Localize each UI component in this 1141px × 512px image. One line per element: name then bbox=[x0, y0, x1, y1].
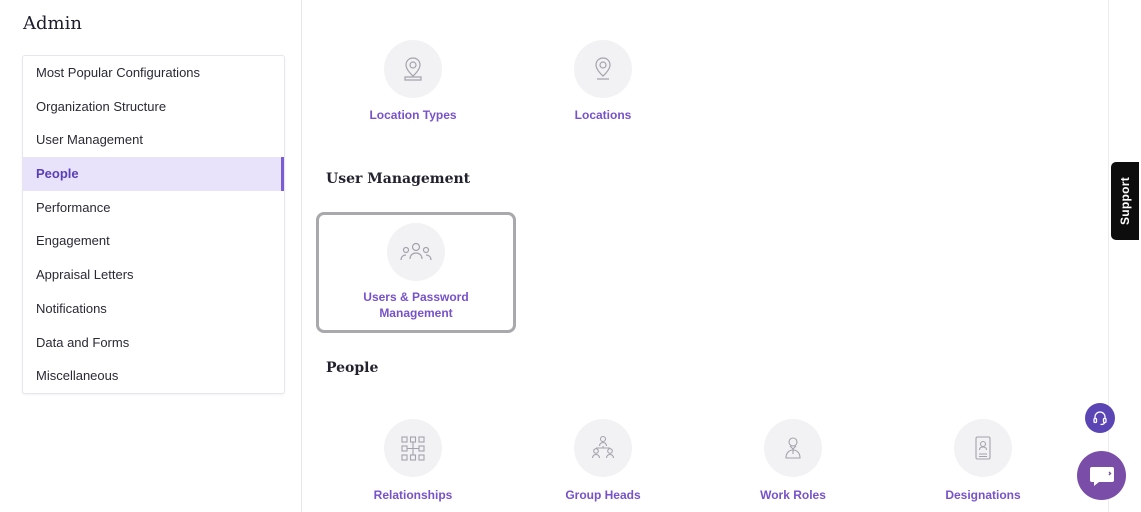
headset-icon bbox=[1093, 411, 1107, 426]
tile-label-line-2: Management bbox=[379, 306, 453, 320]
tile-label: Designations bbox=[945, 488, 1021, 502]
tile-label: Locations bbox=[574, 108, 632, 122]
tile-label: Work Roles bbox=[760, 488, 826, 502]
tile-locations[interactable]: Locations bbox=[503, 40, 703, 123]
id-card-icon bbox=[954, 419, 1012, 477]
sidebar-item-people[interactable]: People bbox=[23, 157, 284, 191]
tile-users-password-management[interactable]: Users & Password Management bbox=[316, 212, 516, 333]
section-heading-user-management: User Management bbox=[326, 171, 471, 187]
tile-label-line-1: Users & Password bbox=[363, 290, 469, 304]
chat-icon bbox=[1089, 466, 1114, 486]
sidebar-item-engagement[interactable]: Engagement bbox=[23, 224, 284, 258]
tile-relationships[interactable]: Relationships bbox=[313, 419, 513, 503]
tile-work-roles[interactable]: Work Roles bbox=[693, 419, 893, 503]
sidebar-item-organization-structure[interactable]: Organization Structure bbox=[23, 90, 284, 124]
support-label: Support bbox=[1118, 176, 1132, 226]
tile-designations[interactable]: Designations bbox=[883, 419, 1083, 503]
tile-label: Location Types bbox=[369, 108, 457, 122]
tile-label: Group Heads bbox=[565, 488, 641, 502]
section-heading-people: People bbox=[326, 360, 379, 376]
group-head-icon bbox=[574, 419, 632, 477]
content-right-border bbox=[1108, 0, 1109, 512]
chat-button[interactable] bbox=[1077, 451, 1126, 500]
sidebar-title: Admin bbox=[23, 13, 82, 34]
admin-sidebar: Admin Most Popular Configurations Organi… bbox=[0, 0, 302, 512]
sidebar-item-appraisal-letters[interactable]: Appraisal Letters bbox=[23, 258, 284, 292]
sidebar-item-miscellaneous[interactable]: Miscellaneous bbox=[23, 359, 284, 393]
tile-location-types[interactable]: Location Types bbox=[313, 40, 513, 123]
sidebar-item-notifications[interactable]: Notifications bbox=[23, 292, 284, 326]
sidebar-item-user-management[interactable]: User Management bbox=[23, 123, 284, 157]
hierarchy-icon bbox=[384, 419, 442, 477]
sidebar-item-most-popular-configurations[interactable]: Most Popular Configurations bbox=[23, 56, 284, 90]
tile-group-heads[interactable]: Group Heads bbox=[503, 419, 703, 503]
sidebar-item-data-and-forms[interactable]: Data and Forms bbox=[23, 326, 284, 360]
admin-menu: Most Popular Configurations Organization… bbox=[22, 55, 285, 394]
map-pin-icon bbox=[574, 40, 632, 98]
support-tab[interactable]: Support bbox=[1111, 162, 1139, 240]
location-badge-icon bbox=[384, 40, 442, 98]
headset-support-button[interactable] bbox=[1085, 403, 1115, 433]
sidebar-item-performance[interactable]: Performance bbox=[23, 191, 284, 225]
work-role-icon bbox=[764, 419, 822, 477]
users-group-icon bbox=[387, 223, 445, 281]
tile-label: Relationships bbox=[373, 488, 453, 502]
